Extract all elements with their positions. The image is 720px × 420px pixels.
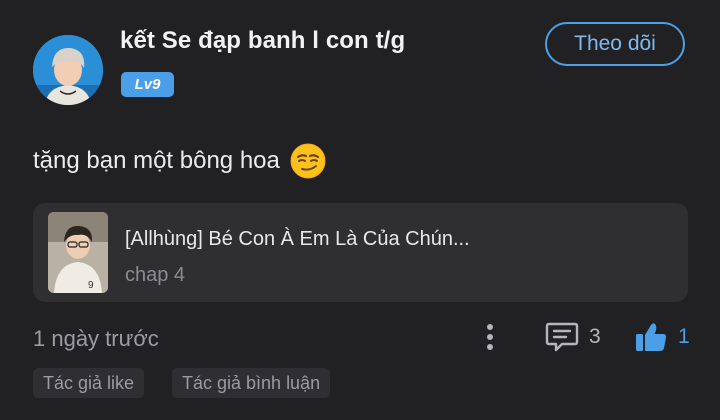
more-vertical-icon	[487, 324, 493, 350]
like-count: 1	[678, 325, 690, 348]
comment-text: tặng bạn một bông hoa	[33, 147, 280, 174]
story-card[interactable]: 9 [Allhùng] Bé Con À Em Là Của Chún... c…	[33, 203, 688, 302]
more-options-button[interactable]	[478, 320, 502, 354]
level-badge: Lv9	[121, 72, 174, 97]
story-chapter: chap 4	[125, 264, 186, 286]
follow-button[interactable]: Theo dõi	[545, 22, 685, 66]
comment-body: tặng bạn một bông hoa	[33, 143, 326, 179]
user-avatar[interactable]	[33, 35, 103, 105]
comment-bubble-icon	[545, 322, 579, 352]
avatar-image	[33, 35, 103, 105]
story-thumbnail: 9	[48, 212, 108, 293]
story-title: [Allhùng] Bé Con À Em Là Của Chún...	[125, 228, 470, 250]
like-button[interactable]: 1	[634, 320, 690, 354]
smirking-face-icon	[290, 143, 326, 179]
comment-timestamp: 1 ngày trước	[33, 326, 159, 351]
reply-button[interactable]: 3	[545, 320, 601, 354]
username[interactable]: kết Se đạp banh l con t/g	[120, 27, 405, 55]
author-like-tag: Tác giả like	[33, 368, 145, 398]
reply-count: 3	[589, 325, 601, 348]
thumbs-up-icon	[636, 323, 667, 351]
author-comment-tag: Tác giả bình luận	[172, 368, 331, 398]
story-cover-image: 9	[48, 212, 108, 293]
svg-text:9: 9	[88, 280, 94, 291]
